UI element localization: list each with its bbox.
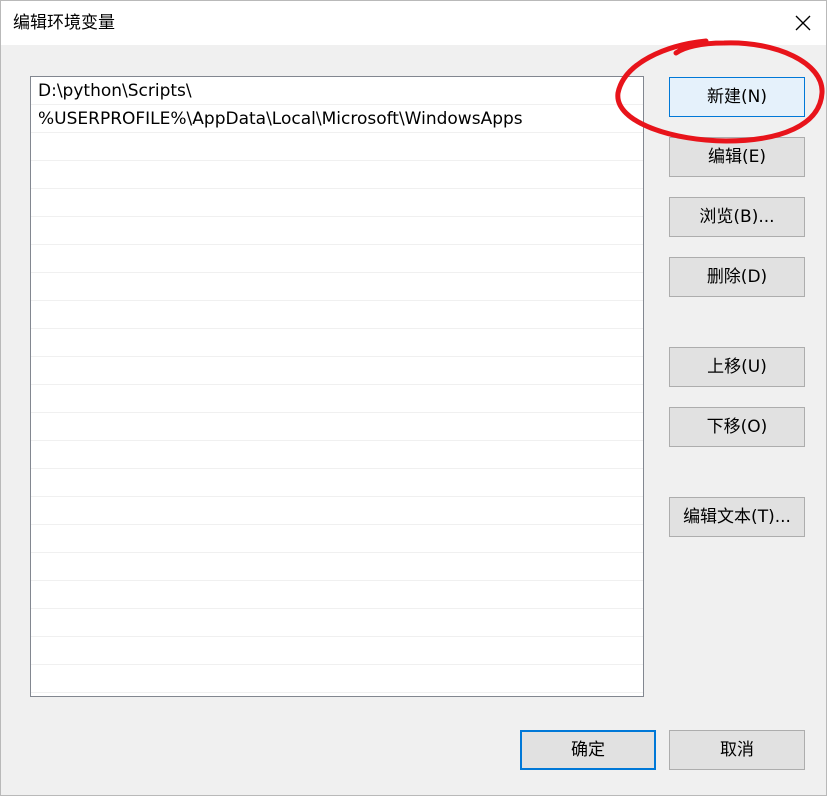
edit-text-button[interactable]: 编辑文本(T)... [669,497,805,537]
path-list-item[interactable] [31,357,643,385]
path-list-item[interactable] [31,469,643,497]
path-list-item[interactable]: %USERPROFILE%\AppData\Local\Microsoft\Wi… [31,105,643,133]
path-list-item[interactable] [31,245,643,273]
path-list-item[interactable] [31,525,643,553]
path-list-item[interactable] [31,497,643,525]
path-list-item[interactable]: D:\python\Scripts\ [31,77,643,105]
path-list-item[interactable] [31,441,643,469]
new-button[interactable]: 新建(N) [669,77,805,117]
path-list-item[interactable] [31,665,643,693]
path-list-item[interactable] [31,161,643,189]
close-icon [795,15,811,31]
ok-button[interactable]: 确定 [520,730,656,770]
path-list-item[interactable] [31,273,643,301]
move-down-button[interactable]: 下移(O) [669,407,805,447]
path-list-item[interactable] [31,133,643,161]
path-list-item[interactable] [31,581,643,609]
edit-environment-variable-dialog: 编辑环境变量 D:\python\Scripts\ %USERPROFILE%\A… [0,0,827,796]
move-up-button[interactable]: 上移(U) [669,347,805,387]
title-bar: 编辑环境变量 [1,1,826,45]
close-button[interactable] [780,1,826,45]
cancel-button[interactable]: 取消 [669,730,805,770]
edit-button[interactable]: 编辑(E) [669,137,805,177]
path-list-item[interactable] [31,301,643,329]
path-list-item[interactable] [31,189,643,217]
path-list-item[interactable] [31,609,643,637]
path-list-item[interactable] [31,385,643,413]
path-list[interactable]: D:\python\Scripts\ %USERPROFILE%\AppData\… [30,76,644,697]
path-list-item[interactable] [31,637,643,665]
path-list-item[interactable] [31,553,643,581]
browse-button[interactable]: 浏览(B)... [669,197,805,237]
delete-button[interactable]: 删除(D) [669,257,805,297]
path-list-item[interactable] [31,329,643,357]
path-list-item[interactable] [31,413,643,441]
dialog-title: 编辑环境变量 [13,13,115,33]
path-list-item[interactable] [31,217,643,245]
